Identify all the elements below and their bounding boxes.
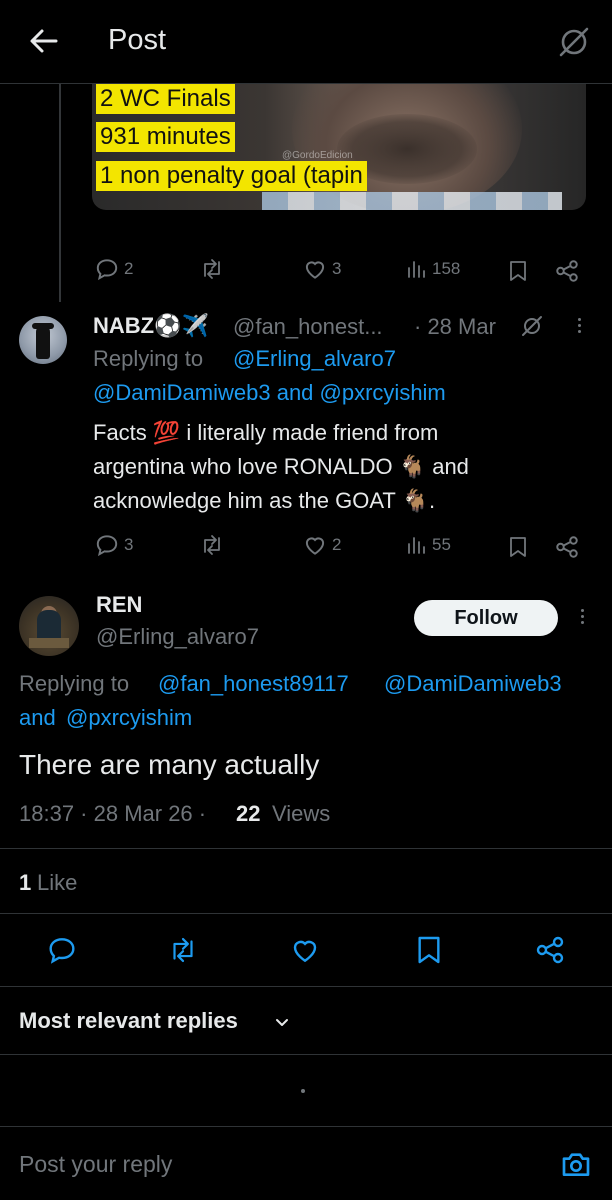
repost-icon[interactable] [166, 934, 200, 966]
mention-link[interactable]: @DamiDamiweb3 and @pxrcyishim [93, 380, 446, 406]
divider [0, 986, 612, 987]
views-chart-icon [408, 261, 425, 278]
heart-icon [305, 537, 325, 555]
mention-link[interactable]: @Erling_alvaro7 [233, 346, 396, 372]
share-icon[interactable] [534, 934, 566, 966]
like-button[interactable]: 2 [302, 532, 341, 558]
reply-count: 3 [124, 535, 134, 554]
repost-button[interactable] [198, 256, 226, 282]
camera-icon[interactable] [560, 1149, 592, 1179]
like-count: 2 [332, 535, 342, 554]
reply-icon [96, 259, 118, 281]
reply-composer: Post your reply [0, 1126, 612, 1200]
like-count: 3 [332, 259, 342, 278]
replying-to-label: Replying to [19, 671, 130, 696]
avatar-figure [36, 325, 50, 359]
author-handle[interactable]: @Erling_alvaro7 [96, 624, 259, 650]
views-button[interactable]: 158 [404, 256, 460, 282]
back-arrow-icon[interactable] [26, 24, 60, 58]
post-media-image[interactable]: 2 WC Finals 931 minutes @GordoEdicion 1 … [92, 84, 586, 210]
view-count: 158 [432, 259, 461, 278]
avatar[interactable] [19, 596, 79, 656]
likes-label[interactable]: Like [37, 870, 77, 896]
post-timestamp[interactable]: 18:37 · 28 Mar 26 · [19, 801, 206, 827]
post-text-line: Facts 💯 i literally made friend from [93, 420, 439, 445]
author-name[interactable]: REN [96, 592, 142, 618]
likes-count[interactable]: 1 [19, 870, 31, 896]
views-button[interactable]: 55 [404, 532, 451, 558]
heart-icon [305, 261, 325, 279]
image-caption-line: 1 non penalty goal (tapin [96, 161, 367, 191]
author-name[interactable]: NABZ⚽✈️ [93, 313, 209, 339]
grok-icon[interactable] [520, 314, 544, 338]
reply-count: 2 [124, 259, 134, 278]
grok-icon[interactable] [556, 24, 592, 60]
share-icon[interactable] [554, 534, 580, 560]
reply-icon[interactable] [46, 934, 78, 966]
mention-link[interactable]: @fan_honest89117 [158, 671, 349, 697]
divider [0, 848, 612, 849]
more-options-icon[interactable] [575, 318, 583, 333]
loading-indicator [301, 1089, 305, 1093]
post-time[interactable]: · 28 Mar [414, 314, 496, 340]
post-text-line: argentina who love RONALDO 🐐 and [93, 454, 469, 479]
image-shirt [262, 192, 562, 210]
image-caption-line: 931 minutes [96, 122, 235, 152]
post-text: There are many actually [19, 749, 320, 780]
replying-and-text: and [19, 705, 56, 730]
views-chart-icon [408, 537, 425, 554]
reply-icon [96, 535, 118, 557]
like-button[interactable]: 3 [302, 256, 341, 282]
reply-button[interactable]: 2 [94, 256, 133, 282]
post-action-bar: 2 3 158 [0, 256, 612, 286]
views-count: 22 [236, 801, 261, 826]
chevron-down-icon[interactable] [274, 1014, 290, 1030]
post-action-bar: 3 2 55 [0, 532, 612, 562]
avatar[interactable] [19, 316, 67, 364]
reply-button[interactable]: 3 [94, 532, 133, 558]
image-caption-line: 2 WC Finals [96, 84, 235, 114]
bookmark-icon[interactable] [506, 258, 530, 284]
repost-icon [204, 259, 220, 279]
post-text-line: acknowledge him as the GOAT 🐐. [93, 488, 436, 513]
follow-button[interactable]: Follow [414, 600, 558, 636]
divider [0, 913, 612, 914]
top-app-bar: Post [0, 0, 612, 84]
mention-link[interactable]: @pxrcyishim [66, 705, 192, 731]
repost-button[interactable] [198, 532, 226, 558]
author-handle[interactable]: @fan_honest... [233, 314, 383, 340]
mention-link[interactable]: @DamiDamiweb3 [384, 671, 562, 697]
avatar-desk [29, 638, 69, 648]
heart-icon[interactable] [289, 934, 321, 966]
bookmark-icon[interactable] [413, 934, 445, 966]
replying-to-label: Replying to [93, 346, 204, 371]
repost-icon [204, 535, 220, 555]
share-icon[interactable] [554, 258, 580, 284]
sort-replies-button[interactable]: Most relevant replies [19, 1008, 238, 1034]
reply-input[interactable]: Post your reply [19, 1151, 172, 1178]
page-title: Post [108, 24, 167, 56]
divider [0, 1054, 612, 1055]
image-watermark: @GordoEdicion [282, 150, 353, 161]
more-options-icon[interactable] [578, 609, 586, 624]
views-label: Views [272, 801, 331, 826]
view-count: 55 [432, 535, 451, 554]
bookmark-icon[interactable] [506, 534, 530, 560]
